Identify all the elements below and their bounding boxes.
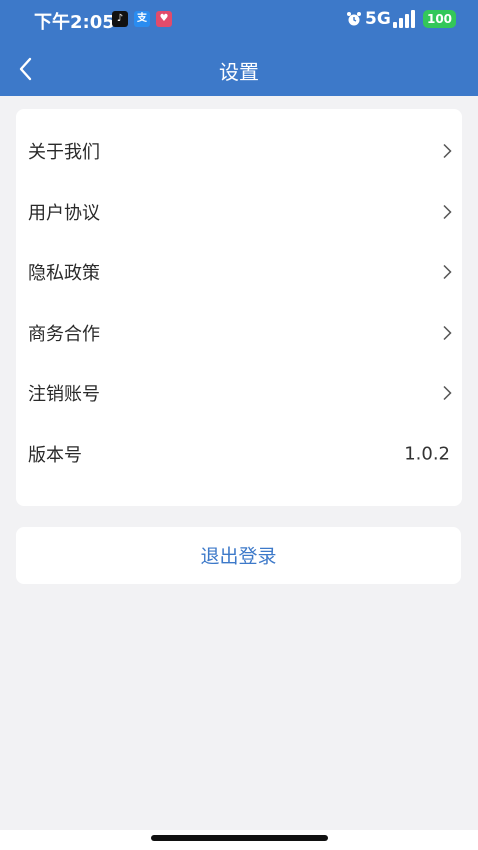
settings-list: 关于我们 用户协议 隐私政策 商务合作 注销账号 版本号 1.0.2 xyxy=(16,109,462,506)
header: 下午2:05 ♪ 支 ♥ 5G 100 设置 xyxy=(0,0,478,96)
alipay-icon: 支 xyxy=(134,11,150,27)
version-label: 版本号 xyxy=(28,445,82,466)
chevron-right-icon xyxy=(443,143,452,159)
settings-item-label: 关于我们 xyxy=(28,142,100,163)
alarm-clock-icon xyxy=(347,12,361,26)
home-indicator[interactable] xyxy=(151,835,328,841)
battery-indicator: 100 xyxy=(423,10,456,28)
settings-item-label: 注销账号 xyxy=(28,384,100,405)
chevron-right-icon xyxy=(443,325,452,341)
settings-item-delete-account[interactable]: 注销账号 xyxy=(16,363,462,423)
settings-item-label: 隐私政策 xyxy=(28,263,100,284)
settings-item-user-agreement[interactable]: 用户协议 xyxy=(16,182,462,242)
settings-item-about-us[interactable]: 关于我们 xyxy=(16,121,462,181)
logout-button[interactable]: 退出登录 xyxy=(16,527,461,584)
page-title: 设置 xyxy=(219,60,259,84)
settings-item-label: 商务合作 xyxy=(28,324,100,345)
chevron-right-icon xyxy=(443,204,452,220)
chevron-right-icon xyxy=(443,264,452,280)
settings-item-privacy-policy[interactable]: 隐私政策 xyxy=(16,242,462,302)
tiktok-icon: ♪ xyxy=(112,11,128,27)
status-time: 下午2:05 xyxy=(34,12,115,33)
health-app-icon: ♥ xyxy=(156,11,172,27)
version-value: 1.0.2 xyxy=(404,443,450,465)
logout-label: 退出登录 xyxy=(200,545,277,568)
network-type: 5G xyxy=(365,9,391,29)
settings-item-version: 版本号 1.0.2 xyxy=(16,424,462,484)
signal-strength-icon xyxy=(393,10,415,28)
settings-item-label: 用户协议 xyxy=(28,203,100,224)
chevron-right-icon xyxy=(443,385,452,401)
status-bar: 下午2:05 ♪ 支 ♥ 5G 100 xyxy=(0,0,478,40)
home-indicator-area xyxy=(0,830,478,850)
settings-item-business-cooperation[interactable]: 商务合作 xyxy=(16,303,462,363)
